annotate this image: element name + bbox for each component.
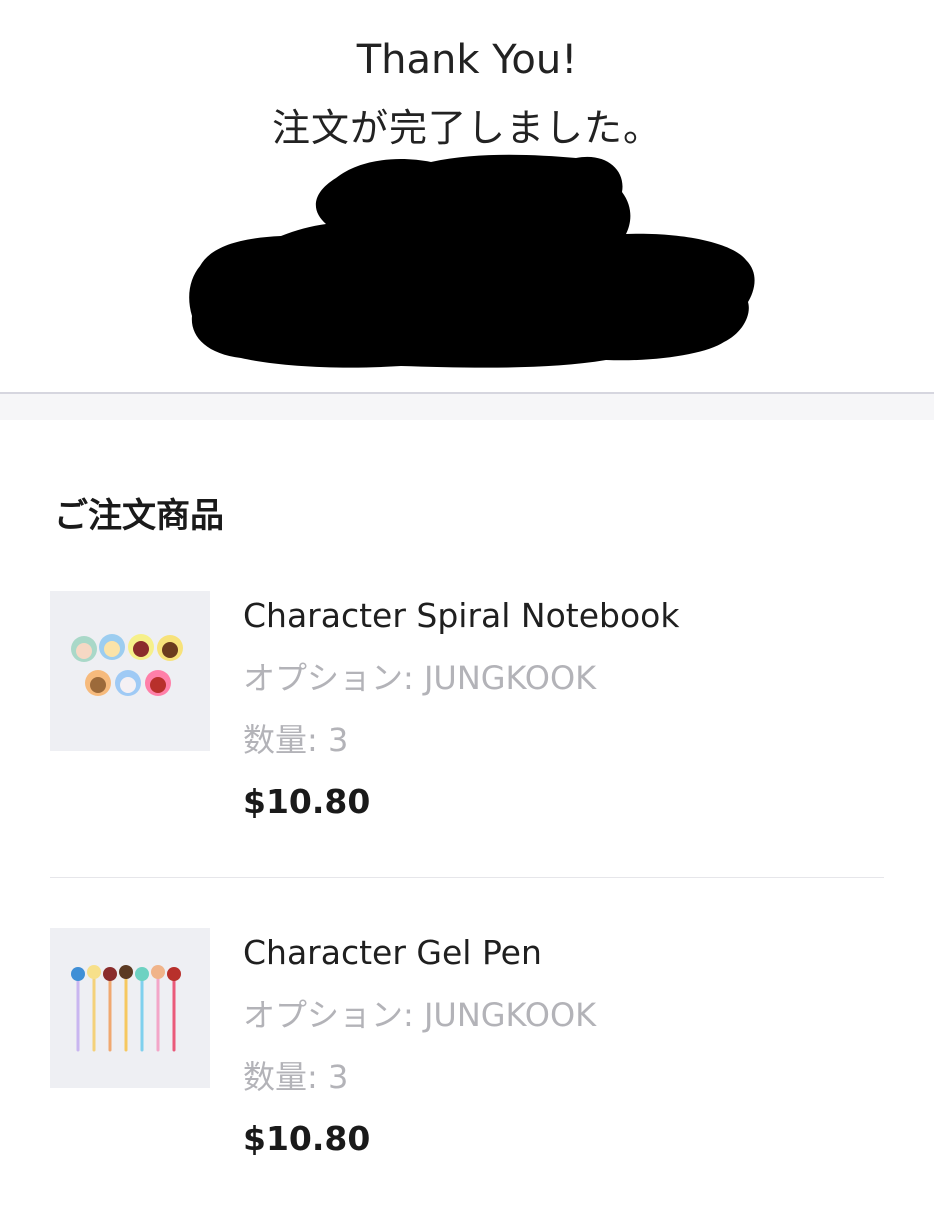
order-item: Character Gel Pen オプション: JUNGKOOK 数量: 3 …	[0, 928, 934, 1208]
product-quantity: 数量: 3	[243, 721, 349, 759]
notebook-illustration	[71, 634, 183, 696]
product-name[interactable]: Character Gel Pen	[243, 930, 542, 976]
order-item: Character Spiral Notebook オプション: JUNGKOO…	[0, 591, 934, 871]
redaction-mark	[189, 154, 755, 368]
product-name[interactable]: Character Spiral Notebook	[243, 593, 679, 639]
thank-you-heading: Thank You!	[356, 37, 578, 83]
product-quantity: 数量: 3	[243, 1058, 349, 1096]
product-price: $10.80	[243, 1119, 371, 1158]
product-price: $10.80	[243, 782, 371, 821]
product-option: オプション: JUNGKOOK	[243, 659, 597, 697]
product-option: オプション: JUNGKOOK	[243, 996, 597, 1034]
product-image[interactable]	[50, 928, 210, 1088]
order-complete-message: 注文が完了しました。	[271, 106, 662, 150]
ordered-items-title: ご注文商品	[54, 496, 224, 536]
order-confirmation-header: Thank You! 注文が完了しました。	[0, 0, 934, 392]
item-divider	[50, 877, 884, 878]
product-image[interactable]	[50, 591, 210, 751]
gel-pen-illustration	[71, 965, 181, 1052]
section-divider	[0, 392, 934, 420]
